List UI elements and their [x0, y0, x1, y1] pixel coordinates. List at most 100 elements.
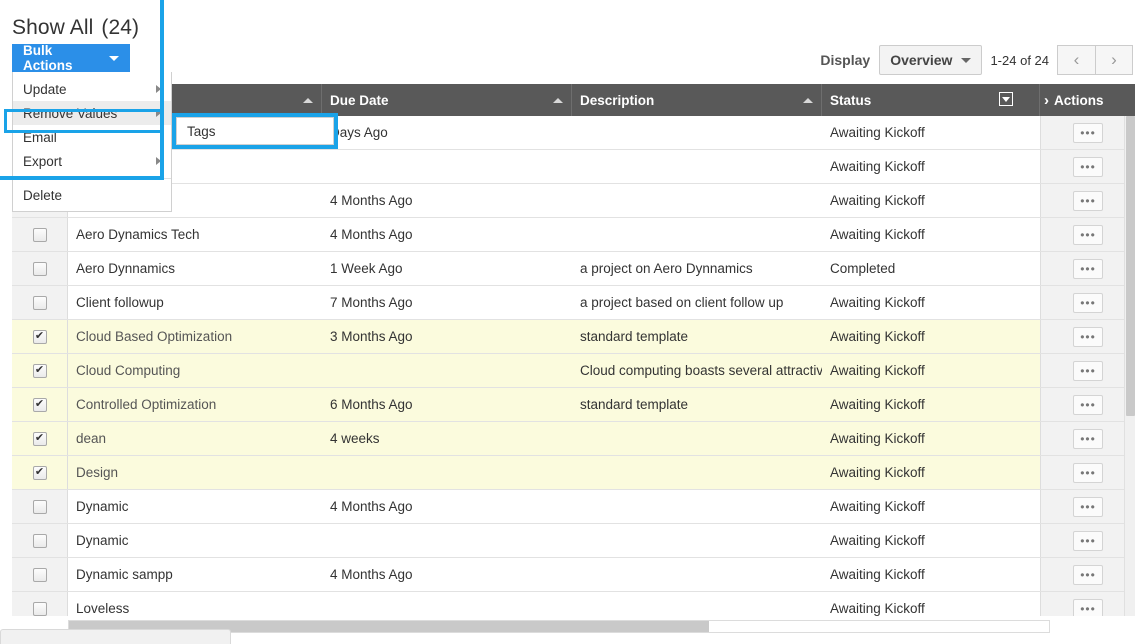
- row-checkbox[interactable]: [32, 329, 47, 344]
- table-row[interactable]: Cloud Based Optimization 3 Months Ago stan…: [12, 320, 1135, 354]
- vertical-scrollbar-thumb[interactable]: [1126, 116, 1135, 416]
- row-checkbox[interactable]: [32, 567, 47, 582]
- funnel-icon[interactable]: [999, 92, 1013, 106]
- bulk-actions-menu: Update Remove Values Email Export Delete: [12, 72, 172, 212]
- row-description: [572, 218, 822, 251]
- row-description: [572, 490, 822, 523]
- row-checkbox[interactable]: [32, 295, 47, 310]
- row-checkbox-cell[interactable]: [12, 354, 68, 387]
- row-actions-button[interactable]: •••: [1073, 190, 1103, 211]
- row-actions-button[interactable]: •••: [1073, 258, 1103, 279]
- column-header-due-date[interactable]: Due Date: [322, 84, 572, 116]
- row-name: Cloud Computing: [76, 363, 181, 378]
- bulk-actions-button[interactable]: Bulk Actions: [12, 43, 130, 73]
- table-row[interactable]: Controlled Optimization 6 Months Ago stand…: [12, 388, 1135, 422]
- row-due-date: [322, 456, 572, 489]
- bulk-menu-item-update[interactable]: Update: [13, 77, 171, 101]
- row-checkbox[interactable]: [32, 363, 47, 378]
- bulk-menu-item-remove-values[interactable]: Remove Values: [13, 101, 171, 125]
- row-description: [572, 558, 822, 591]
- view-select[interactable]: Overview: [879, 45, 983, 75]
- row-actions-button[interactable]: •••: [1073, 462, 1103, 483]
- remove-values-submenu-item-tags[interactable]: Tags: [176, 117, 334, 145]
- row-actions-button[interactable]: •••: [1073, 530, 1103, 551]
- row-due-date: 4 Months Ago: [330, 567, 413, 582]
- row-name: dean: [76, 431, 107, 446]
- row-checkbox[interactable]: [32, 227, 47, 242]
- row-due-date: 6 Months Ago: [330, 397, 413, 412]
- row-checkbox-cell[interactable]: [12, 320, 68, 353]
- table-row[interactable]: Cloud Computing Cloud computing boasts se…: [12, 354, 1135, 388]
- chevron-right-icon[interactable]: ›: [1044, 93, 1049, 108]
- table-row[interactable]: Awaiting Kickoff •••: [12, 150, 1135, 184]
- row-checkbox-cell[interactable]: [12, 388, 68, 421]
- row-checkbox-cell[interactable]: [12, 558, 68, 591]
- row-checkbox[interactable]: [32, 397, 47, 412]
- row-checkbox-cell[interactable]: [12, 524, 68, 557]
- chevron-left-icon: ‹: [1073, 50, 1080, 69]
- bulk-menu-item-email[interactable]: Email: [13, 125, 171, 149]
- row-status: Awaiting Kickoff: [830, 329, 925, 344]
- table-row[interactable]: Dynamic 4 Months Ago Awaiting Kickoff •••: [12, 490, 1135, 524]
- row-checkbox[interactable]: [32, 533, 47, 548]
- row-checkbox[interactable]: [32, 499, 47, 514]
- bulk-menu-item-label: Delete: [23, 187, 63, 203]
- row-checkbox-cell[interactable]: [12, 218, 68, 251]
- table-row[interactable]: Design Awaiting Kickoff •••: [12, 456, 1135, 490]
- row-checkbox[interactable]: [32, 261, 47, 276]
- row-actions-button[interactable]: •••: [1073, 224, 1103, 245]
- column-header-description[interactable]: Description: [572, 84, 822, 116]
- row-actions-button[interactable]: •••: [1073, 156, 1103, 177]
- table-row[interactable]: Client followup 7 Months Ago a project bas…: [12, 286, 1135, 320]
- row-checkbox-cell[interactable]: [12, 422, 68, 455]
- row-actions-button[interactable]: •••: [1073, 598, 1103, 616]
- row-checkbox[interactable]: [32, 431, 47, 446]
- row-actions-cell: •••: [1040, 286, 1135, 319]
- table-row[interactable]: Loveless Awaiting Kickoff •••: [12, 592, 1135, 616]
- row-name: Aero Dynnamics: [76, 261, 176, 276]
- row-actions-button[interactable]: •••: [1073, 122, 1103, 143]
- table-row[interactable]: Aero Dynamics Tech 4 Months Ago Awaiting K…: [12, 218, 1135, 252]
- row-name: Controlled Optimization: [76, 397, 217, 412]
- row-actions-cell: •••: [1040, 490, 1135, 523]
- row-actions-button[interactable]: •••: [1073, 360, 1103, 381]
- row-actions-cell: •••: [1040, 388, 1135, 421]
- caret-down-icon: [109, 55, 119, 61]
- row-status: Awaiting Kickoff: [830, 567, 925, 582]
- row-status: Awaiting Kickoff: [830, 159, 925, 174]
- row-name: Dynamic sampp: [76, 567, 173, 582]
- row-actions-button[interactable]: •••: [1073, 564, 1103, 585]
- column-header-status[interactable]: Status: [822, 84, 1040, 116]
- table-row[interactable]: Dynamic Awaiting Kickoff •••: [12, 524, 1135, 558]
- row-checkbox[interactable]: [32, 465, 47, 480]
- row-due-date: 4 Months Ago: [330, 193, 413, 208]
- projects-table: Due Date Description Status › Actions Da…: [12, 84, 1135, 629]
- row-checkbox-cell[interactable]: [12, 252, 68, 285]
- row-actions-cell: •••: [1040, 354, 1135, 387]
- next-page-button[interactable]: ›: [1095, 45, 1133, 75]
- row-checkbox[interactable]: [32, 601, 47, 616]
- table-row[interactable]: Dynamic sampp 4 Months Ago Awaiting Kickof…: [12, 558, 1135, 592]
- row-actions-button[interactable]: •••: [1073, 496, 1103, 517]
- row-actions-cell: •••: [1040, 592, 1135, 616]
- row-actions-cell: •••: [1040, 456, 1135, 489]
- row-actions-button[interactable]: •••: [1073, 428, 1103, 449]
- row-checkbox-cell[interactable]: [12, 456, 68, 489]
- table-row[interactable]: 4 Months Ago Awaiting Kickoff •••: [12, 184, 1135, 218]
- row-checkbox-cell[interactable]: [12, 592, 68, 616]
- row-actions-button[interactable]: •••: [1073, 394, 1103, 415]
- row-status: Awaiting Kickoff: [830, 397, 925, 412]
- row-status: Awaiting Kickoff: [830, 295, 925, 310]
- row-due-date: 3 Months Ago: [330, 329, 413, 344]
- row-checkbox-cell[interactable]: [12, 286, 68, 319]
- bulk-menu-item-delete[interactable]: Delete: [13, 183, 171, 207]
- table-row[interactable]: Aero Dynnamics 1 Week Ago a project on Aer…: [12, 252, 1135, 286]
- table-row[interactable]: dean 4 weeks Awaiting Kickoff •••: [12, 422, 1135, 456]
- row-actions-button[interactable]: •••: [1073, 292, 1103, 313]
- vertical-scrollbar[interactable]: [1124, 116, 1135, 616]
- prev-page-button[interactable]: ‹: [1057, 45, 1095, 75]
- row-checkbox-cell[interactable]: [12, 490, 68, 523]
- row-actions-button[interactable]: •••: [1073, 326, 1103, 347]
- row-name: Dynamic: [76, 533, 129, 548]
- bulk-menu-item-export[interactable]: Export: [13, 149, 171, 173]
